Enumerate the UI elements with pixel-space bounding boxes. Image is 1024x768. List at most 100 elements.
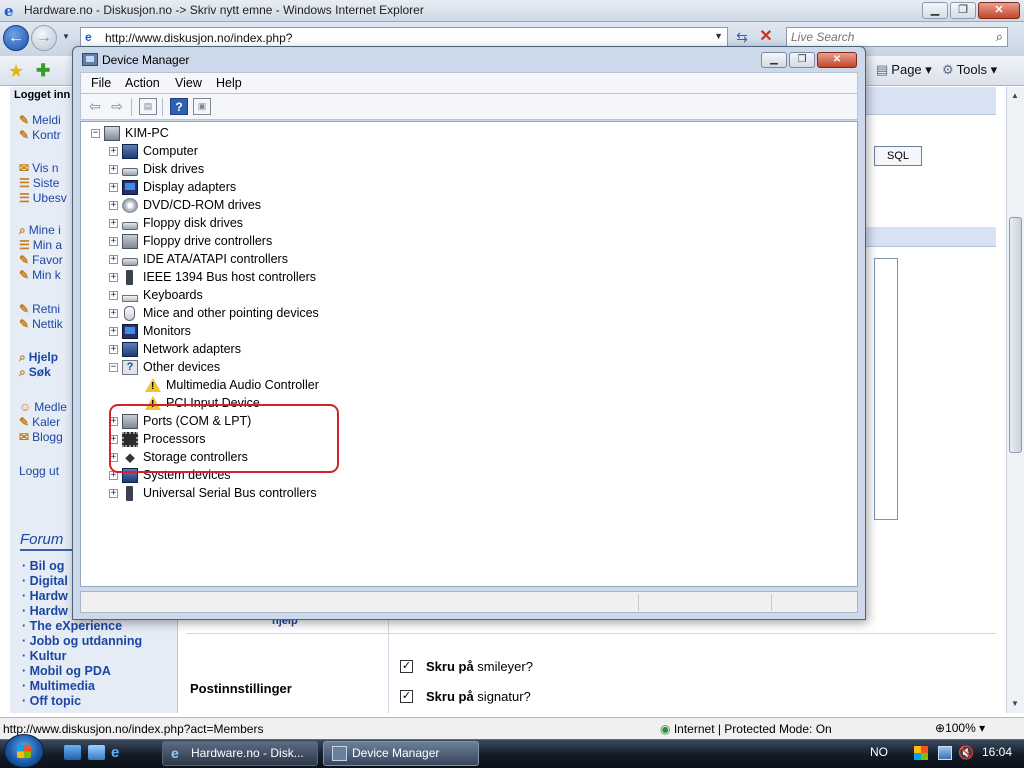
tree-node-monitors[interactable]: + Monitors bbox=[109, 322, 191, 340]
collapse-icon[interactable]: − bbox=[91, 128, 100, 138]
page-menu-button[interactable]: ▤ Page ▾ bbox=[876, 62, 932, 78]
menu-link[interactable]: ☺ Medle bbox=[19, 400, 67, 415]
back-button[interactable]: ← bbox=[3, 25, 29, 51]
signature-checkbox[interactable]: ✓ bbox=[400, 690, 413, 703]
clock[interactable]: 16:04 bbox=[982, 745, 1012, 759]
menu-link[interactable]: ✎ Min k bbox=[19, 268, 63, 283]
tree-node-keyboards[interactable]: + Keyboards bbox=[109, 286, 203, 304]
address-field[interactable]: e http://www.diskusjon.no/index.php? ▼ bbox=[80, 27, 728, 47]
forum-link[interactable]: · Jobb og utdanning bbox=[22, 634, 142, 649]
menu-link[interactable]: ✎ Kaler bbox=[19, 415, 67, 430]
forum-link[interactable]: · The eXperience bbox=[22, 619, 142, 634]
sql-button[interactable]: SQL bbox=[874, 146, 922, 166]
tree-node-disk-drives[interactable]: + Disk drives bbox=[109, 160, 204, 178]
expand-icon[interactable]: + bbox=[109, 290, 118, 300]
tree-node-mice[interactable]: + Mice and other pointing devices bbox=[109, 304, 319, 322]
scroll-down-icon[interactable]: ▼ bbox=[1011, 699, 1019, 708]
forum-link[interactable]: · Off topic bbox=[22, 694, 142, 709]
menu-file[interactable]: File bbox=[91, 76, 111, 90]
page-scrollbar[interactable]: ▲ ▼ bbox=[1006, 87, 1024, 713]
ie-close-button[interactable]: ✕ bbox=[978, 2, 1020, 19]
menu-link[interactable]: ✉ Vis n bbox=[19, 161, 67, 176]
live-search-box[interactable]: ⌕ bbox=[786, 27, 1008, 47]
smileys-checkbox[interactable]: ✓ bbox=[400, 660, 413, 673]
zoom-level[interactable]: ⊕100% ▾ bbox=[935, 721, 985, 735]
add-favorite-icon[interactable]: ✚ bbox=[36, 61, 50, 81]
expand-icon[interactable]: + bbox=[109, 200, 118, 210]
windows-flag-icon[interactable] bbox=[914, 746, 928, 760]
collapse-icon[interactable]: − bbox=[109, 362, 118, 372]
taskbar-device-manager-button[interactable]: Device Manager bbox=[323, 741, 479, 766]
menu-action[interactable]: Action bbox=[125, 76, 160, 90]
expand-icon[interactable]: + bbox=[109, 308, 118, 318]
menu-link[interactable]: ☰ Ubesv bbox=[19, 191, 67, 206]
expand-icon[interactable]: + bbox=[109, 272, 118, 282]
expand-icon[interactable]: + bbox=[109, 146, 118, 156]
dm-maximize-button[interactable]: ❐ bbox=[789, 52, 815, 68]
expand-icon[interactable]: + bbox=[109, 488, 118, 498]
expand-icon[interactable]: + bbox=[109, 218, 118, 228]
menu-link[interactable]: ✎ Nettik bbox=[19, 317, 63, 332]
refresh-button[interactable]: ⇆ bbox=[732, 28, 752, 46]
show-desktop-icon[interactable] bbox=[64, 745, 81, 760]
toolbar-help-icon[interactable]: ? bbox=[170, 98, 188, 115]
ie-quicklaunch-icon[interactable]: e bbox=[111, 745, 128, 760]
expand-icon[interactable]: + bbox=[109, 164, 118, 174]
volume-muted-icon[interactable]: 🔇 bbox=[958, 746, 974, 760]
editor-scroll-box[interactable] bbox=[874, 258, 898, 520]
expand-icon[interactable]: + bbox=[109, 236, 118, 246]
help-link[interactable]: ⌕ Hjelp bbox=[19, 350, 58, 365]
switch-windows-icon[interactable] bbox=[88, 745, 105, 760]
menu-link[interactable]: ✉ Blogg bbox=[19, 430, 67, 445]
device-tree[interactable]: − KIM-PC + Computer + Disk drives + Disp… bbox=[80, 121, 858, 587]
tree-node-ieee1394[interactable]: + IEEE 1394 Bus host controllers bbox=[109, 268, 316, 286]
security-zone[interactable]: ◉ Internet | Protected Mode: On bbox=[660, 722, 832, 736]
live-search-input[interactable] bbox=[791, 29, 981, 45]
tree-node-computer[interactable]: + Computer bbox=[109, 142, 198, 160]
language-indicator[interactable]: NO bbox=[870, 745, 888, 759]
menu-link[interactable]: ✎ Retni bbox=[19, 302, 63, 317]
tree-node-floppy-disk[interactable]: + Floppy disk drives bbox=[109, 214, 243, 232]
expand-icon[interactable]: + bbox=[109, 182, 118, 192]
ie-minimize-button[interactable]: ▁ bbox=[922, 2, 948, 19]
dm-minimize-button[interactable]: ▁ bbox=[761, 52, 787, 68]
expand-icon[interactable]: + bbox=[109, 344, 118, 354]
toolbar-tree-icon[interactable]: ▤ bbox=[139, 98, 157, 115]
menu-help[interactable]: Help bbox=[216, 76, 242, 90]
stop-button[interactable]: ✕ bbox=[756, 28, 776, 46]
taskbar-ie-button[interactable]: e Hardware.no - Disk... bbox=[162, 741, 318, 766]
scroll-up-icon[interactable]: ▲ bbox=[1011, 91, 1019, 100]
tree-root-node[interactable]: − KIM-PC bbox=[91, 124, 169, 142]
menu-link[interactable]: ✎ Favor bbox=[19, 253, 63, 268]
forward-button[interactable]: → bbox=[31, 25, 57, 51]
menu-link[interactable]: ✎ Kontr bbox=[19, 128, 61, 143]
toolbar-properties-icon[interactable]: ▣ bbox=[193, 98, 211, 115]
expand-icon[interactable]: + bbox=[109, 326, 118, 336]
tree-node-dvd-cdrom[interactable]: + DVD/CD-ROM drives bbox=[109, 196, 261, 214]
search-link[interactable]: ⌕ Søk bbox=[19, 365, 58, 380]
menu-link[interactable]: ✎ Meldi bbox=[19, 113, 61, 128]
scroll-thumb[interactable] bbox=[1009, 217, 1022, 453]
toolbar-forward-icon[interactable]: ⇨ bbox=[108, 98, 126, 115]
history-dropdown-icon[interactable]: ▼ bbox=[62, 32, 70, 41]
forum-link[interactable]: · Multimedia bbox=[22, 679, 142, 694]
tree-node-multimedia-audio[interactable]: Multimedia Audio Controller bbox=[145, 376, 319, 394]
toolbar-back-icon[interactable]: ⇦ bbox=[86, 98, 104, 115]
address-dropdown-icon[interactable]: ▼ bbox=[714, 31, 723, 41]
expand-icon[interactable]: + bbox=[109, 254, 118, 264]
dm-close-button[interactable]: ✕ bbox=[817, 52, 857, 68]
forum-link[interactable]: · Mobil og PDA bbox=[22, 664, 142, 679]
ie-maximize-button[interactable]: ❐ bbox=[950, 2, 976, 19]
forum-link[interactable]: · Kultur bbox=[22, 649, 142, 664]
network-tray-icon[interactable] bbox=[938, 746, 952, 760]
menu-link[interactable]: ☰ Min a bbox=[19, 238, 63, 253]
start-button[interactable] bbox=[4, 734, 44, 768]
tree-node-other-devices[interactable]: − ? Other devices bbox=[109, 358, 220, 376]
tree-node-network-adapters[interactable]: + Network adapters bbox=[109, 340, 241, 358]
favorites-star-icon[interactable]: ★ bbox=[8, 61, 24, 82]
menu-link[interactable]: ⌕ Mine i bbox=[19, 223, 63, 238]
tree-node-display-adapters[interactable]: + Display adapters bbox=[109, 178, 236, 196]
menu-view[interactable]: View bbox=[175, 76, 202, 90]
tools-menu-button[interactable]: ⚙ Tools ▾ bbox=[942, 62, 997, 78]
menu-link[interactable]: ☰ Siste bbox=[19, 176, 67, 191]
